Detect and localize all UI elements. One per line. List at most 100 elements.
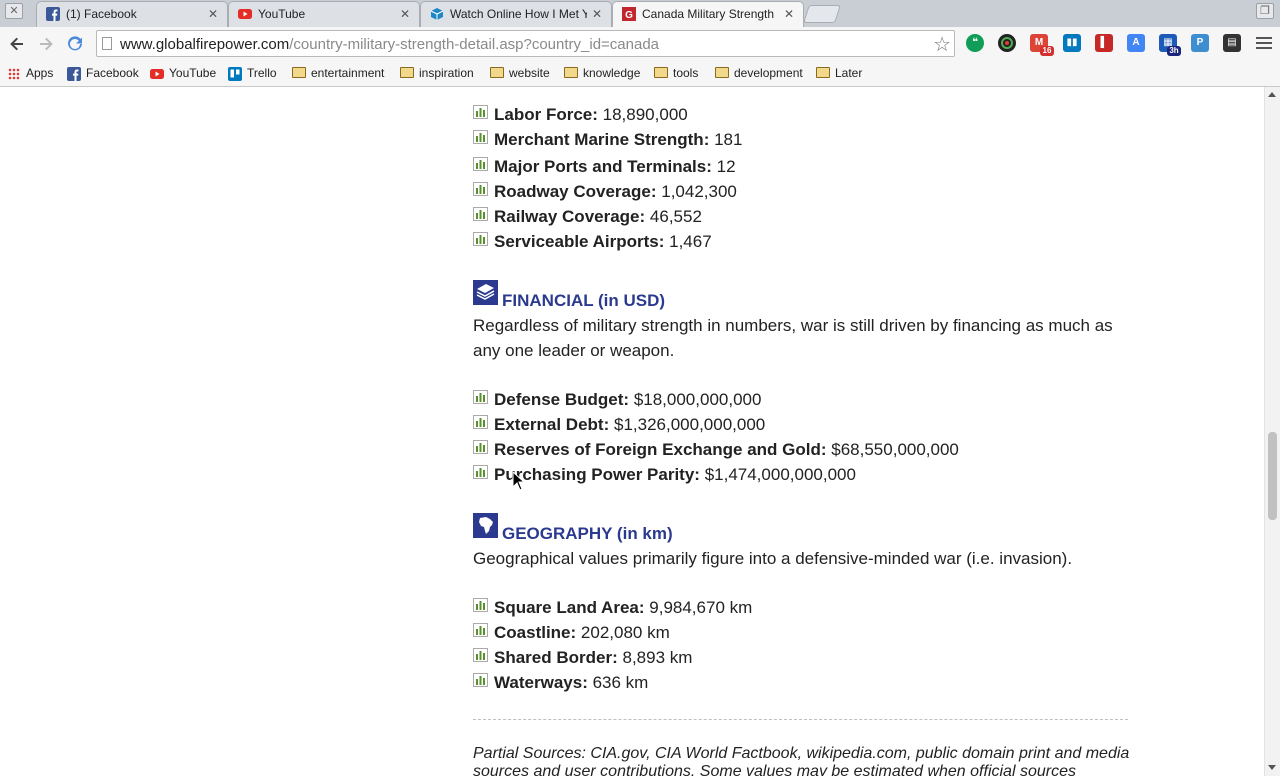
- bookmark-label: development: [734, 66, 803, 80]
- geography-section-title[interactable]: GEOGRAPHY (in km): [502, 524, 673, 544]
- tab-how-i-met[interactable]: Watch Online How I Met Y ✕: [420, 1, 612, 27]
- financial-section-title[interactable]: FINANCIAL (in USD): [502, 291, 665, 311]
- bookmark-folder-tools[interactable]: tools: [654, 64, 698, 82]
- tab-title: Watch Online How I Met Y: [450, 7, 587, 21]
- bookmark-folder-later[interactable]: Later: [816, 64, 862, 82]
- stat-value: $1,474,000,000,000: [704, 465, 856, 484]
- bookmark-folder-website[interactable]: website: [490, 64, 550, 82]
- stat-value: 12: [716, 157, 736, 176]
- tab-strip: ✕ (1) Facebook ✕ YouTube ✕ Watch Online …: [0, 0, 1280, 27]
- forward-button[interactable]: [35, 33, 57, 55]
- apps-grid-icon: [8, 67, 20, 80]
- bookmark-youtube[interactable]: YouTube: [150, 64, 216, 82]
- stat-label: Purchasing Power Parity:: [494, 465, 700, 484]
- stat-value: 636 km: [592, 673, 649, 692]
- stat-value: 202,080 km: [580, 623, 670, 642]
- stat-value: 9,984,670 km: [649, 598, 753, 617]
- hangouts-icon[interactable]: ❝: [966, 34, 984, 52]
- trello-icon: [228, 66, 242, 81]
- window-restore-button[interactable]: ❐: [1256, 3, 1274, 19]
- stat-value: 8,893 km: [622, 648, 693, 667]
- stat-label: Waterways:: [494, 673, 588, 692]
- tab-title: Canada Military Strength: [642, 7, 775, 21]
- bookmark-folder-entertainment[interactable]: entertainment: [292, 64, 384, 82]
- bar-chart-icon: [473, 598, 488, 612]
- bookmark-trello[interactable]: Trello: [228, 64, 277, 82]
- menu-button[interactable]: [1255, 34, 1273, 52]
- bookmark-folder-development[interactable]: development: [715, 64, 803, 82]
- tab-facebook[interactable]: (1) Facebook ✕: [36, 1, 228, 27]
- stat-label: Major Ports and Terminals:: [494, 157, 712, 176]
- tab-close-button[interactable]: ✕: [398, 7, 412, 21]
- stat-value: 181: [714, 130, 743, 149]
- bar-chart-icon: [473, 440, 488, 454]
- bookmark-star-icon[interactable]: ☆: [933, 32, 951, 57]
- tab-youtube[interactable]: YouTube ✕: [228, 1, 420, 27]
- trello-icon[interactable]: ▮▮: [1063, 34, 1081, 52]
- toolbar: www.globalfirepower.com/country-military…: [0, 27, 1280, 60]
- bookmark-folder-knowledge[interactable]: knowledge: [564, 64, 640, 82]
- gfp-icon: G: [622, 7, 636, 21]
- stat-value: $18,000,000,000: [633, 390, 762, 409]
- window-close-button[interactable]: ✕: [5, 3, 23, 19]
- address-bar[interactable]: www.globalfirepower.com/country-military…: [96, 30, 955, 57]
- stat-value: 1,467: [669, 232, 712, 251]
- africa-map-icon: [473, 513, 498, 538]
- scroll-down-arrow[interactable]: [1268, 765, 1276, 770]
- bookmark-label: entertainment: [311, 66, 385, 80]
- financial-description: Regardless of military strength in numbe…: [473, 316, 1113, 360]
- reload-button[interactable]: [64, 33, 86, 55]
- facebook-icon: [67, 66, 81, 81]
- stat-label: Merchant Marine Strength:: [494, 130, 710, 149]
- translate-icon[interactable]: A: [1127, 34, 1145, 52]
- tab-close-button[interactable]: ✕: [590, 7, 604, 21]
- youtube-icon: [238, 9, 252, 19]
- bar-chart-icon: [473, 465, 488, 479]
- scroll-up-arrow[interactable]: [1268, 92, 1276, 97]
- bar-chart-icon: [473, 130, 488, 144]
- tab-close-button[interactable]: ✕: [206, 7, 220, 21]
- page-icon: [102, 37, 112, 50]
- money-stack-icon: [473, 280, 498, 305]
- cube-icon: [430, 8, 444, 20]
- back-button[interactable]: [6, 33, 28, 55]
- folder-icon: [400, 67, 414, 79]
- bookmark-label: knowledge: [583, 66, 641, 80]
- stat-label: Roadway Coverage:: [494, 182, 657, 201]
- bookmark-folder-inspiration[interactable]: inspiration: [400, 64, 474, 82]
- vertical-scrollbar[interactable]: [1264, 87, 1280, 776]
- bookmark-apps[interactable]: Apps: [8, 64, 53, 82]
- svg-text:G: G: [625, 10, 633, 21]
- stat-value: 46,552: [649, 207, 702, 226]
- bookmark-red-icon[interactable]: ▌: [1095, 34, 1113, 52]
- bar-chart-icon: [473, 623, 488, 637]
- folder-icon: [490, 67, 504, 79]
- folder-icon: [715, 67, 729, 79]
- geography-description: Geographical values primarily figure int…: [473, 549, 1073, 568]
- facebook-icon: [46, 7, 60, 21]
- folder-icon: [816, 67, 830, 79]
- bookmark-label: inspiration: [419, 66, 474, 80]
- tab-canada-military[interactable]: G Canada Military Strength ✕: [612, 1, 804, 27]
- bar-chart-icon: [473, 232, 488, 246]
- bookmark-facebook[interactable]: Facebook: [67, 64, 139, 82]
- bar-chart-icon: [473, 673, 488, 687]
- tab-title: YouTube: [258, 7, 306, 21]
- tab-close-button[interactable]: ✕: [782, 7, 796, 21]
- new-tab-button[interactable]: [803, 5, 841, 23]
- stat-label: Shared Border:: [494, 648, 618, 667]
- bookmark-label: website: [509, 66, 550, 80]
- back-arrow-icon: [10, 37, 23, 51]
- cast-ring-icon: [1001, 37, 1013, 49]
- scroll-thumb[interactable]: [1268, 432, 1277, 520]
- pocket-icon[interactable]: P: [1191, 34, 1209, 52]
- chromecast-icon[interactable]: [998, 34, 1016, 52]
- bookmark-label: Apps: [26, 66, 54, 80]
- bar-chart-icon: [473, 648, 488, 662]
- stat-label: External Debt:: [494, 415, 610, 434]
- bar-chart-icon: [473, 207, 488, 221]
- bookmark-label: YouTube: [169, 66, 217, 80]
- folder-icon: [654, 67, 668, 79]
- film-icon[interactable]: ▤: [1223, 34, 1241, 52]
- bar-chart-icon: [473, 105, 488, 119]
